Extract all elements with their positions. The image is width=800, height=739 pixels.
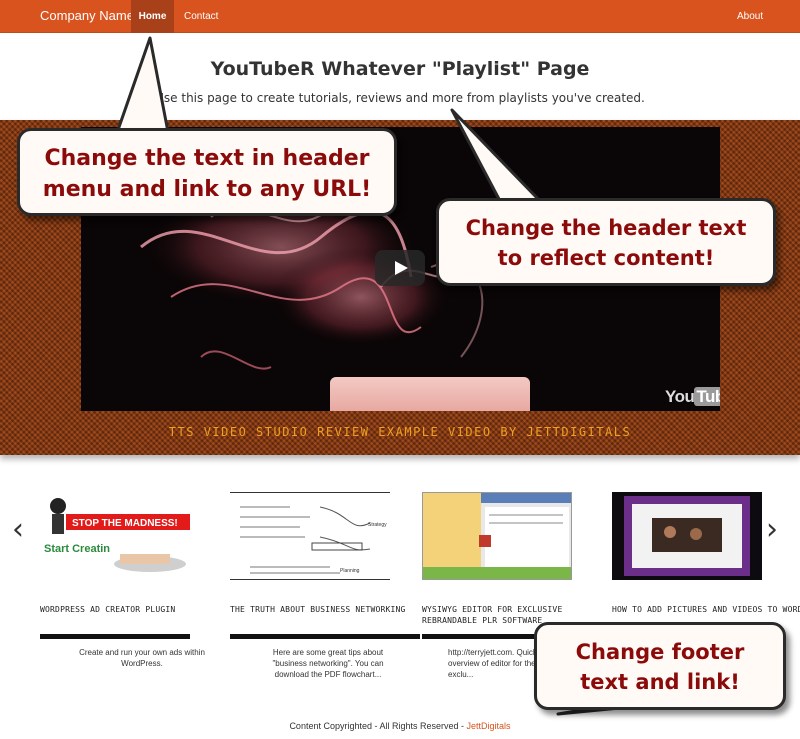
nav-home[interactable]: Home: [131, 0, 174, 33]
thumbnail-art: [423, 493, 571, 579]
thumbnail-ad-creator[interactable]: STOP THE MADNESS! Start Creatin: [40, 492, 190, 580]
chevron-left-icon[interactable]: ‹: [12, 512, 24, 547]
page-subtitle: Use this page to create tutorials, revie…: [155, 91, 645, 105]
thumbnail-start-text: Start Creatin: [44, 543, 110, 555]
post-divider: [40, 634, 190, 639]
bulb-base: [330, 377, 530, 411]
navbar: Company Name Home Contact About: [0, 0, 800, 33]
play-icon: [395, 261, 408, 275]
thumbnail-wordpress-pictures[interactable]: [612, 492, 762, 580]
callout-line: Change the header text: [465, 216, 747, 240]
callout-line: to reflect content!: [497, 246, 715, 270]
thumbnail-wysiwyg[interactable]: [422, 492, 572, 580]
post-title[interactable]: HOW TO ADD PICTURES AND VIDEOS TO WORDPR…: [612, 604, 800, 615]
video-caption: TTS VIDEO STUDIO REVIEW EXAMPLE VIDEO BY…: [168, 425, 632, 439]
youtube-logo[interactable]: YouTube: [665, 387, 720, 407]
post-title[interactable]: THE TRUTH ABOUT BUSINESS NETWORKING: [230, 604, 410, 615]
post-divider: [230, 634, 420, 639]
thumbnail-networking[interactable]: Strategy Planning: [230, 492, 390, 580]
post-title[interactable]: WORDPRESS AD CREATOR PLUGIN: [40, 604, 210, 615]
callout-line: text and link!: [580, 670, 740, 694]
footer-link[interactable]: JettDigitals: [467, 721, 511, 731]
thumbnail-net-label: Strategy: [368, 522, 387, 528]
callout-footer: Change footer text and link!: [534, 622, 786, 710]
callout-line: menu and link to any URL!: [42, 177, 372, 202]
thumbnail-art: Strategy Planning: [230, 493, 390, 579]
callout-line: Change the text in header: [44, 146, 370, 171]
post-description: http://terryjett.com. Quick overview of …: [448, 648, 537, 679]
nav-contact[interactable]: Contact: [174, 0, 228, 33]
post-description: Create and run your own ads within WordP…: [79, 648, 205, 668]
play-button[interactable]: [375, 250, 425, 286]
brand-link[interactable]: Company Name: [40, 8, 134, 23]
thumbnail-stop-text: STOP THE MADNESS!: [72, 518, 178, 529]
callout-header-menu: Change the text in header menu and link …: [17, 128, 397, 216]
callout-header-text: Change the header text to reflect conten…: [436, 198, 776, 286]
footer: Content Copyrighted - All Rights Reserve…: [0, 721, 800, 731]
thumbnail-art: [612, 492, 762, 580]
callout-line: Change footer: [575, 640, 745, 664]
thumbnail-art: STOP THE MADNESS! Start Creatin: [40, 492, 190, 580]
chevron-right-icon[interactable]: ›: [766, 512, 778, 547]
thumbnail-net-label: Planning: [340, 568, 360, 574]
nav-about[interactable]: About: [727, 0, 773, 33]
page-title: YouTubeR Whatever "Playlist" Page: [210, 58, 590, 80]
footer-text: Content Copyrighted - All Rights Reserve…: [289, 721, 467, 731]
post-description: Here are some great tips about "business…: [272, 648, 384, 679]
